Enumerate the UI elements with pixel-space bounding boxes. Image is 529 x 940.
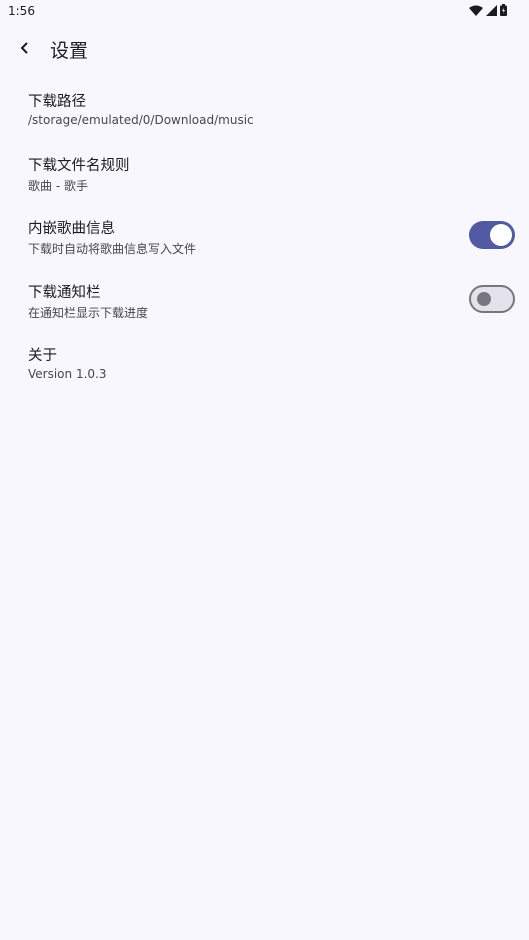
setting-embed-metadata[interactable]: 内嵌歌曲信息 下载时自动将歌曲信息写入文件 — [0, 211, 529, 275]
setting-subtitle: 下载时自动将歌曲信息写入文件 — [28, 242, 197, 256]
setting-title: 下载路径 — [28, 94, 86, 110]
embed-metadata-toggle[interactable] — [469, 221, 515, 249]
app-bar: 设置 — [0, 22, 529, 76]
setting-subtitle: Version 1.0.3 — [28, 367, 107, 381]
status-time: 1:56 — [8, 4, 35, 18]
chevron-left-icon — [18, 40, 32, 59]
setting-filename-rule[interactable]: 下载文件名规则 歌曲 - 歌手 — [0, 148, 529, 212]
download-notification-toggle[interactable] — [469, 284, 515, 313]
status-icons — [469, 4, 507, 16]
toggle-thumb — [490, 224, 512, 246]
wifi-icon — [469, 5, 483, 16]
settings-list: 下载路径 /storage/emulated/0/Download/music … — [0, 84, 529, 402]
setting-about[interactable]: 关于 Version 1.0.3 — [0, 338, 529, 402]
battery-icon — [500, 4, 507, 16]
toggle-thumb — [477, 291, 491, 306]
setting-download-notification[interactable]: 下载通知栏 在通知栏显示下载进度 — [0, 275, 529, 339]
setting-title: 下载通知栏 — [28, 284, 101, 301]
setting-download-path[interactable]: 下载路径 /storage/emulated/0/Download/music — [0, 84, 529, 148]
cellular-signal-icon — [486, 4, 497, 16]
page-title: 设置 — [50, 40, 89, 62]
setting-title: 关于 — [28, 348, 57, 364]
status-bar: 1:56 — [0, 0, 529, 22]
setting-subtitle: /storage/emulated/0/Download/music — [28, 113, 254, 127]
back-button[interactable] — [10, 34, 40, 64]
setting-subtitle: 歌曲 - 歌手 — [28, 178, 88, 193]
setting-title: 下载文件名规则 — [28, 157, 130, 174]
setting-subtitle: 在通知栏显示下载进度 — [28, 305, 149, 320]
setting-title: 内嵌歌曲信息 — [28, 221, 115, 237]
